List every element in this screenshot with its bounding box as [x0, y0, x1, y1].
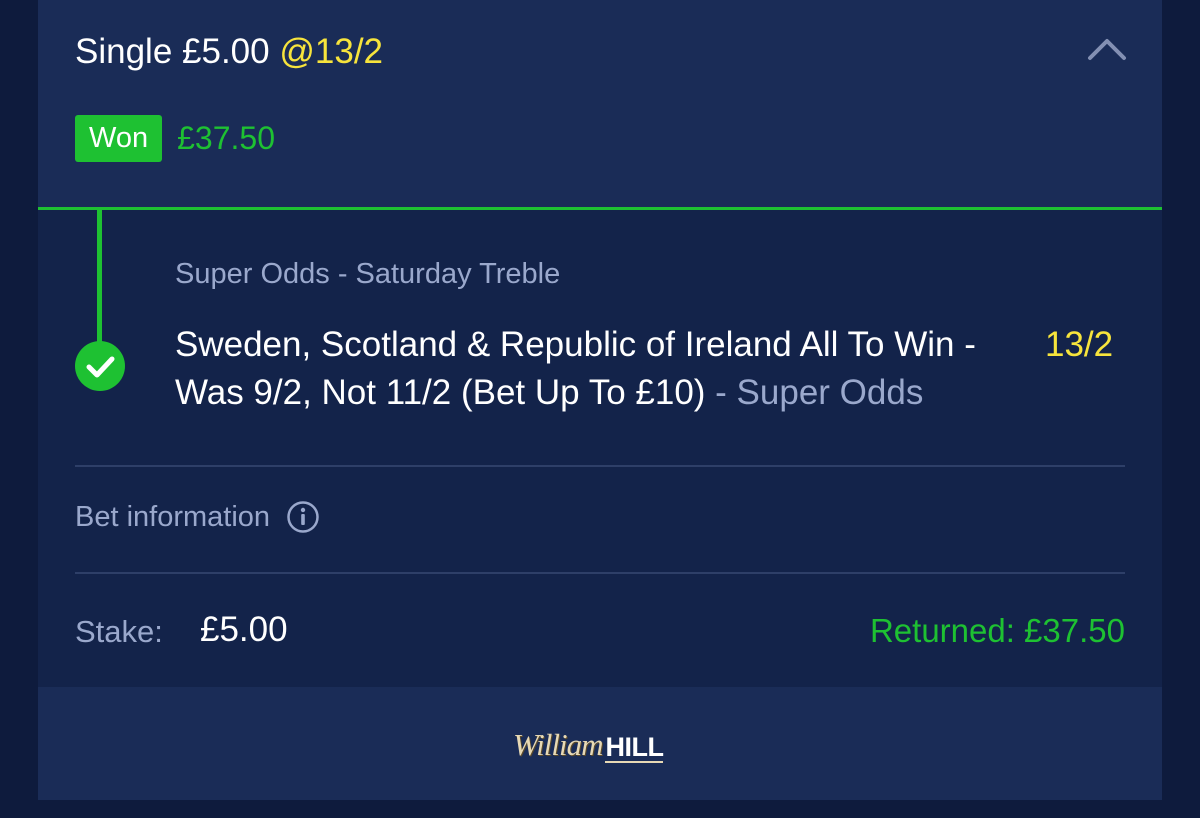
- bet-details: Super Odds - Saturday Treble Sweden, Sco…: [38, 210, 1162, 687]
- checkmark-icon: [86, 356, 115, 378]
- collapse-button[interactable]: [1082, 26, 1132, 76]
- timeline-line: [97, 210, 102, 350]
- bet-title: Single £5.00 @13/2: [75, 30, 383, 74]
- bet-information-link[interactable]: Bet information: [75, 500, 320, 534]
- divider: [75, 572, 1125, 574]
- selection-suffix: - Super Odds: [705, 373, 924, 412]
- bet-header[interactable]: Single £5.00 @13/2 Won £37.50: [38, 0, 1162, 208]
- chevron-up-icon: [1088, 39, 1126, 60]
- selection-description: Sweden, Scotland & Republic of Ireland A…: [175, 321, 1035, 417]
- bet-stake-header: £5.00: [182, 32, 270, 71]
- info-icon[interactable]: [286, 500, 320, 534]
- logo-block: HILL: [605, 732, 664, 763]
- bet-type: Single: [75, 32, 173, 71]
- market-name: Super Odds - Saturday Treble: [175, 258, 561, 290]
- stake-label: Stake:: [75, 614, 163, 649]
- divider: [75, 465, 1125, 467]
- bet-information-label: Bet information: [75, 500, 271, 533]
- stake-value: £5.00: [200, 610, 288, 649]
- footer: William HILL: [38, 687, 1162, 800]
- selection-status: [75, 341, 125, 391]
- bet-card: Single £5.00 @13/2 Won £37.50 Super Odds…: [38, 0, 1162, 800]
- william-hill-logo: William HILL: [513, 727, 664, 763]
- bet-status-row: Won £37.50: [75, 115, 275, 162]
- status-badge: Won: [75, 115, 163, 162]
- won-amount: £37.50: [177, 120, 275, 156]
- logo-script: William: [513, 727, 603, 762]
- returned-amount: Returned: £37.50: [869, 612, 1125, 649]
- bet-odds-header: @13/2: [279, 32, 384, 71]
- selection-odds: 13/2: [1045, 325, 1114, 364]
